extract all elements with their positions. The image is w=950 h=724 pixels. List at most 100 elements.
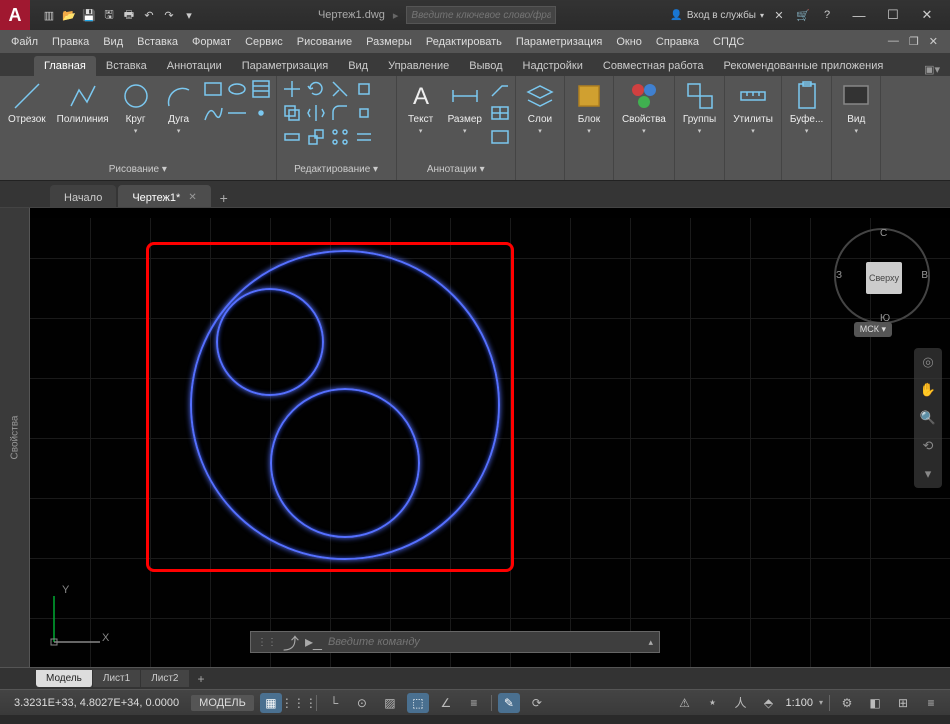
properties-button[interactable]: Свойства▾ bbox=[618, 78, 670, 137]
app-logo[interactable]: A bbox=[0, 0, 30, 30]
viewcube-west[interactable]: З bbox=[836, 270, 842, 281]
circle-medium[interactable] bbox=[270, 388, 420, 538]
ortho-toggle-icon[interactable]: └ bbox=[323, 693, 345, 713]
clipboard-button[interactable]: Буфе...▾ bbox=[786, 78, 827, 137]
ribbon-tab-view[interactable]: Вид bbox=[338, 56, 378, 76]
annotation-scale-value[interactable]: 1:100 bbox=[785, 697, 813, 709]
cmdline-recent-icon[interactable]: ▴ bbox=[648, 637, 653, 648]
selection-cycling-icon[interactable]: ⟳ bbox=[526, 693, 548, 713]
draw-panel-title[interactable]: Рисование ▾ bbox=[4, 162, 272, 180]
ribbon-tab-annotate[interactable]: Аннотации bbox=[157, 56, 232, 76]
minimize-button[interactable]: — bbox=[842, 0, 876, 30]
exchange-icon[interactable]: ✕ bbox=[770, 6, 788, 24]
polyline-button[interactable]: Полилиния bbox=[53, 78, 113, 127]
menu-file[interactable]: Файл bbox=[4, 33, 45, 51]
rectangle-icon[interactable] bbox=[202, 78, 224, 100]
cart-icon[interactable]: 🛒 bbox=[794, 6, 812, 24]
mirror-icon[interactable] bbox=[305, 102, 327, 124]
menu-parametric[interactable]: Параметризация bbox=[509, 33, 609, 51]
block-button[interactable]: Блок▾ bbox=[569, 78, 609, 137]
ribbon-tab-featured[interactable]: Рекомендованные приложения bbox=[714, 56, 894, 76]
menu-modify[interactable]: Редактировать bbox=[419, 33, 509, 51]
workspace-switch-icon[interactable]: ⚙ bbox=[836, 693, 858, 713]
autoscale-icon[interactable]: ⬘ bbox=[757, 693, 779, 713]
ribbon-tab-addins[interactable]: Надстройки bbox=[513, 56, 593, 76]
groups-button[interactable]: Группы▾ bbox=[679, 78, 720, 137]
offset-icon[interactable] bbox=[353, 126, 375, 148]
layout-tab-sheet1[interactable]: Лист1 bbox=[93, 670, 141, 687]
menu-help[interactable]: Справка bbox=[649, 33, 706, 51]
menu-insert[interactable]: Вставка bbox=[130, 33, 185, 51]
new-tab-button[interactable]: + bbox=[213, 189, 235, 207]
qat-more-icon[interactable]: ▾ bbox=[180, 6, 198, 24]
menu-window[interactable]: Окно bbox=[609, 33, 649, 51]
hatch-icon[interactable] bbox=[250, 78, 272, 100]
menu-format[interactable]: Формат bbox=[185, 33, 238, 51]
doc-min-icon[interactable]: — bbox=[884, 35, 903, 48]
arc-button[interactable]: Дуга ▾ bbox=[159, 78, 199, 137]
ribbon-tab-manage[interactable]: Управление bbox=[378, 56, 459, 76]
nav-wheel-icon[interactable]: ◎ bbox=[918, 352, 938, 372]
modify-panel-title[interactable]: Редактирование ▾ bbox=[281, 162, 392, 180]
layers-button[interactable]: Слои▾ bbox=[520, 78, 560, 137]
explode-icon[interactable] bbox=[353, 102, 375, 124]
model-space-badge[interactable]: МОДЕЛЬ bbox=[191, 695, 254, 711]
line-button[interactable]: Отрезок bbox=[4, 78, 50, 127]
save-icon[interactable]: 💾 bbox=[80, 6, 98, 24]
otrack-toggle-icon[interactable]: ∠ bbox=[435, 693, 457, 713]
leader-icon[interactable] bbox=[489, 78, 511, 100]
quick-properties-icon[interactable]: ⊞ bbox=[892, 693, 914, 713]
nav-showmo-icon[interactable]: ▾ bbox=[918, 464, 938, 484]
viewcube-east[interactable]: В bbox=[921, 270, 928, 281]
snap-toggle-icon[interactable]: ⋮⋮⋮ bbox=[288, 693, 310, 713]
drawing-canvas[interactable]: Y X Сверху С Ю В З МСК ▾ ◎ ✋ 🔍 ⟲ ▾ ⋮⋮ ⤴ bbox=[30, 218, 950, 667]
menu-spds[interactable]: СПДС bbox=[706, 33, 751, 51]
undo-icon[interactable]: ↶ bbox=[140, 6, 158, 24]
layout-add-button[interactable]: + bbox=[190, 670, 213, 688]
menu-dimension[interactable]: Размеры bbox=[359, 33, 419, 51]
ribbon-tab-insert[interactable]: Вставка bbox=[96, 56, 157, 76]
cmdline-history-icon[interactable]: ⤴ bbox=[283, 630, 299, 654]
ribbon-tab-home[interactable]: Главная bbox=[34, 56, 96, 76]
polar-toggle-icon[interactable]: ⊙ bbox=[351, 693, 373, 713]
table-icon[interactable] bbox=[489, 102, 511, 124]
rotate-icon[interactable] bbox=[305, 78, 327, 100]
help-icon[interactable]: ? bbox=[818, 6, 836, 24]
ribbon-panel-toggle-icon[interactable]: ▣▾ bbox=[924, 63, 940, 76]
isodraft-toggle-icon[interactable]: ▨ bbox=[379, 693, 401, 713]
command-input[interactable] bbox=[328, 636, 643, 648]
nav-pan-icon[interactable]: ✋ bbox=[918, 380, 938, 400]
annotation-monitor-icon[interactable]: ⚠ bbox=[673, 693, 695, 713]
scale-icon[interactable] bbox=[305, 126, 327, 148]
spline-icon[interactable] bbox=[202, 102, 224, 124]
text-button[interactable]: A Текст▾ bbox=[401, 78, 441, 137]
redo-icon[interactable]: ↷ bbox=[160, 6, 178, 24]
new-icon[interactable]: ▥ bbox=[40, 6, 58, 24]
close-button[interactable]: ✕ bbox=[910, 0, 944, 30]
doc-restore-icon[interactable]: ❐ bbox=[905, 35, 923, 48]
layout-tab-model[interactable]: Модель bbox=[36, 670, 93, 687]
annotation-scale-icon[interactable]: ⭑ bbox=[701, 693, 723, 713]
maximize-button[interactable]: ☐ bbox=[876, 0, 910, 30]
wcs-selector[interactable]: МСК ▾ bbox=[854, 322, 892, 337]
stretch-icon[interactable] bbox=[281, 126, 303, 148]
tab-close-icon[interactable]: ✕ bbox=[188, 192, 196, 203]
cmdline-grip-icon[interactable]: ⋮⋮ bbox=[257, 637, 277, 648]
annot-panel-title[interactable]: Аннотации ▾ bbox=[401, 162, 511, 180]
point-icon[interactable] bbox=[250, 102, 272, 124]
open-icon[interactable]: 📂 bbox=[60, 6, 78, 24]
circle-button[interactable]: Круг ▾ bbox=[116, 78, 156, 137]
array-icon[interactable] bbox=[329, 126, 351, 148]
utilities-button[interactable]: Утилиты▾ bbox=[729, 78, 777, 137]
coordinates-readout[interactable]: 3.3231E+33, 4.8027E+34, 0.0000 bbox=[8, 697, 185, 709]
viewcube[interactable]: Сверху С Ю В З bbox=[834, 228, 930, 324]
menu-draw[interactable]: Рисование bbox=[290, 33, 359, 51]
ribbon-tab-collaborate[interactable]: Совместная работа bbox=[593, 56, 714, 76]
view-button[interactable]: Вид▾ bbox=[836, 78, 876, 137]
properties-palette-collapsed[interactable]: Свойства bbox=[0, 208, 30, 667]
ellipse-icon[interactable] bbox=[226, 78, 248, 100]
nav-zoom-icon[interactable]: 🔍 bbox=[918, 408, 938, 428]
ribbon-tab-output[interactable]: Вывод bbox=[459, 56, 512, 76]
ribbon-tab-parametric[interactable]: Параметризация bbox=[232, 56, 338, 76]
mtext-icon[interactable] bbox=[489, 126, 511, 148]
